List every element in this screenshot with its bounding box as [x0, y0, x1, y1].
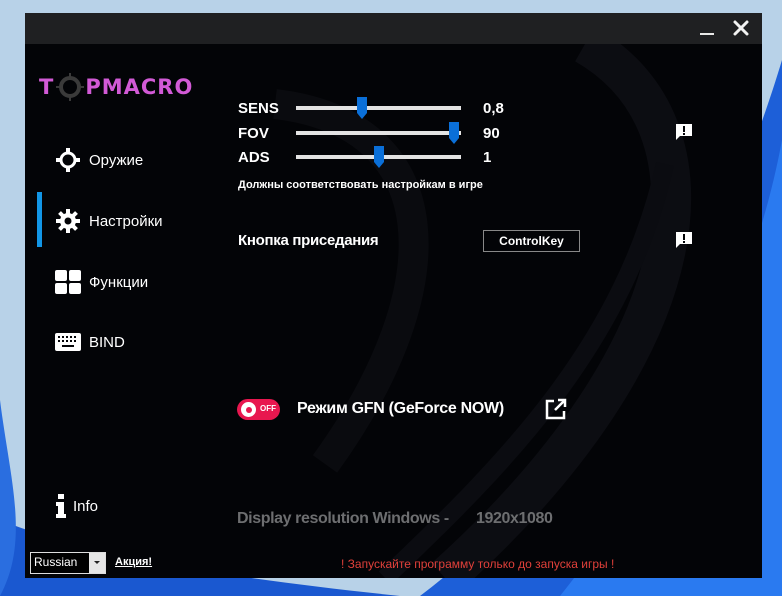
- sidebar-item-bind[interactable]: BIND: [55, 327, 125, 357]
- slider-label: ADS: [238, 148, 270, 166]
- slider-label: FOV: [238, 124, 269, 142]
- slider-ads: ADS 1: [238, 146, 491, 168]
- sidebar-item-label: Оружие: [89, 151, 144, 169]
- close-button[interactable]: [728, 16, 756, 42]
- grid-icon: [55, 269, 81, 295]
- sidebar-item-label: BIND: [89, 333, 125, 351]
- crosshair-icon: [55, 147, 81, 173]
- app-window: T PMACRO Оружие Настройки Функции BIND S…: [25, 13, 762, 578]
- resolution-label: Display resolution Windows -: [237, 510, 449, 527]
- slider-thumb[interactable]: [373, 146, 384, 168]
- slider-value: 0,8: [483, 99, 504, 117]
- fov-slider[interactable]: [296, 122, 461, 144]
- launch-warning: ! Запускайте программу только до запуска…: [341, 557, 615, 571]
- slider-sens: SENS 0,8: [238, 97, 504, 119]
- keyboard-icon: [55, 329, 81, 355]
- slider-label: SENS: [238, 99, 279, 117]
- ads-slider[interactable]: [296, 146, 461, 168]
- slider-thumb[interactable]: [449, 122, 460, 144]
- alert-icon[interactable]: [675, 231, 693, 249]
- promo-link[interactable]: Акция!: [115, 556, 152, 568]
- sliders-hint: Должны соответствовать настройкам в игре: [238, 179, 483, 191]
- app-logo: T PMACRO: [39, 71, 193, 103]
- reticle-icon: [56, 73, 85, 101]
- gfn-toggle[interactable]: OFF: [237, 399, 280, 420]
- toggle-knob: [241, 402, 256, 417]
- nav-active-indicator: [37, 192, 42, 247]
- language-select[interactable]: Russian: [30, 552, 106, 574]
- slider-value: 1: [483, 148, 492, 166]
- sens-slider[interactable]: [296, 97, 461, 119]
- toggle-state: OFF: [260, 404, 276, 413]
- crouch-key-button[interactable]: ControlKey: [483, 230, 580, 252]
- language-value: Russian: [34, 555, 78, 569]
- alert-icon[interactable]: [675, 123, 693, 141]
- sidebar-item-weapons[interactable]: Оружие: [55, 145, 143, 175]
- title-bar: [25, 13, 762, 44]
- sidebar-item-settings[interactable]: Настройки: [55, 206, 163, 236]
- info-icon: [56, 494, 66, 518]
- logo-suffix: PMACRO: [85, 75, 194, 99]
- gear-icon: [55, 208, 81, 234]
- slider-thumb[interactable]: [357, 97, 367, 119]
- gfn-mode-label: Режим GFN (GeForce NOW): [297, 400, 504, 417]
- slider-fov: FOV 90: [238, 122, 500, 144]
- sidebar-item-label: Настройки: [89, 212, 163, 230]
- chevron-down-icon: [89, 553, 105, 573]
- info-label: Info: [73, 497, 99, 515]
- logo-prefix: T: [39, 75, 55, 99]
- external-link-icon[interactable]: [544, 397, 568, 421]
- slider-value: 90: [483, 124, 500, 142]
- sidebar-item-label: Функции: [89, 273, 149, 291]
- crouch-key-label: Кнопка приседания: [238, 232, 379, 249]
- sidebar-item-info[interactable]: Info: [55, 494, 98, 518]
- close-icon: [733, 20, 749, 36]
- resolution-value: 1920x1080: [476, 510, 553, 527]
- sidebar-item-functions[interactable]: Функции: [55, 267, 148, 297]
- minimize-button[interactable]: [693, 16, 721, 42]
